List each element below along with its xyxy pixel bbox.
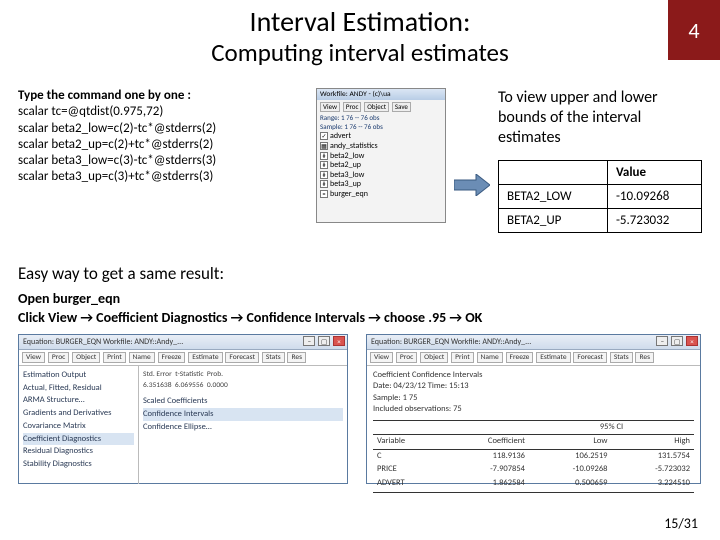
minimize-icon[interactable]: – (656, 336, 668, 346)
toolbar-button[interactable]: Forecast (573, 352, 607, 363)
toolbar-button[interactable]: Object (364, 102, 389, 112)
menu-item[interactable]: Gradients and Derivatives (23, 407, 134, 420)
value-row-name: BETA2_UP (499, 209, 608, 233)
menu-item[interactable]: ARMA Structure… (23, 394, 134, 407)
maximize-icon[interactable]: ▢ (318, 336, 330, 346)
toolbar-button[interactable]: Save (392, 102, 411, 112)
ci-meta: Date: 04/23/12 Time: 15:13 (373, 381, 694, 392)
equation-window-ci-output: Equation: BURGER_EQN Workfile: ANDY::And… (366, 334, 701, 484)
window-toolbar: View Proc Object Print Name Freeze Estim… (367, 350, 700, 366)
toolbar-button[interactable]: View (370, 352, 393, 363)
toolbar-button[interactable]: Proc (343, 102, 362, 112)
command-line: scalar tc=@qtdist(0.975,72) (18, 104, 308, 120)
command-line: scalar beta2_low=c(2)-tc*@stderrs(2) (18, 121, 308, 137)
toolbar-button[interactable]: Proc (48, 352, 70, 363)
close-icon[interactable]: × (333, 336, 345, 346)
easy-steps: Open burger_eqn Click View → Coefficient… (18, 290, 702, 328)
command-line: scalar beta3_up=c(3)+tc*@stderrs(3) (18, 169, 308, 185)
command-list-label: Type the command one by one : (18, 88, 308, 104)
toolbar-button[interactable]: Res (287, 352, 306, 363)
toolbar-button[interactable]: Freeze (506, 352, 534, 363)
equation-window-view-menu: Equation: BURGER_EQN Workfile: ANDY::And… (18, 334, 348, 484)
close-icon[interactable]: × (686, 336, 698, 346)
step-line: Open burger_eqn (18, 290, 702, 309)
workfile-toolbar: View Proc Object Save (320, 102, 442, 113)
workfile-sample: Sample: 1 76 -- 76 obs (320, 123, 442, 131)
command-line: scalar beta2_up=c(2)+tc*@stderrs(2) (18, 137, 308, 153)
value-row-value: -10.09268 (607, 185, 701, 209)
toolbar-button[interactable]: Print (103, 352, 126, 363)
toolbar-button[interactable]: Object (420, 352, 448, 363)
toolbar-button[interactable]: Stats (262, 352, 285, 363)
value-header: Value (607, 161, 701, 185)
submenu-item-selected[interactable]: Confidence Intervals (143, 408, 343, 421)
arrow-icon (454, 174, 490, 196)
toolbar-button[interactable]: View (22, 352, 45, 363)
submenu-item[interactable]: Confidence Ellipse… (143, 421, 343, 434)
toolbar-button[interactable]: Freeze (158, 352, 186, 363)
value-row-value: -5.723032 (607, 209, 701, 233)
command-line: scalar beta3_low=c(3)-tc*@stderrs(3) (18, 153, 308, 169)
submenu-item[interactable]: Scaled Coefficients (143, 395, 343, 408)
result-description: To view upper and lower bounds of the in… (498, 88, 702, 148)
value-table: Value BETA2_LOW -10.09268 BETA2_UP -5.72… (498, 160, 702, 233)
maximize-icon[interactable]: ▢ (671, 336, 683, 346)
window-titlebar: Equation: BURGER_EQN Workfile: ANDY::And… (19, 335, 347, 350)
workfile-item[interactable]: beta2_up (330, 160, 361, 170)
toolbar-button[interactable]: Name (477, 352, 503, 363)
toolbar-button[interactable]: Estimate (188, 352, 222, 363)
easy-way-heading: Easy way to get a same result: (18, 263, 702, 284)
workfile-titlebar: Workfile: ANDY - (c)\ua (317, 89, 445, 100)
submenu: Std. Error t-Statistic Prob. 6.351638 6.… (139, 366, 347, 484)
scalar-icon: # (320, 161, 328, 169)
toolbar-button[interactable]: Print (451, 352, 474, 363)
value-row-name: BETA2_LOW (499, 185, 608, 209)
ci-meta: Coefficient Confidence Intervals (373, 370, 694, 381)
ci-meta: Sample: 1 75 (373, 393, 694, 404)
menu-item[interactable]: Estimation Output (23, 369, 134, 382)
toolbar-button[interactable]: Object (72, 352, 100, 363)
toolbar-button[interactable]: Forecast (225, 352, 259, 363)
window-titlebar: Equation: BURGER_EQN Workfile: ANDY::And… (367, 335, 700, 350)
step-line: Click View → Coefficient Diagnostics → C… (18, 309, 702, 328)
workfile-item[interactable]: andy_statistics (330, 141, 378, 151)
toolbar-button[interactable]: Estimate (536, 352, 570, 363)
table-icon: ▦ (320, 142, 328, 150)
menu-item[interactable]: Stability Diagnostics (23, 458, 134, 471)
window-toolbar: View Proc Object Print Name Freeze Estim… (19, 350, 347, 366)
scalar-icon: # (320, 171, 328, 179)
scalar-icon: # (320, 180, 328, 188)
menu-item[interactable]: Residual Diagnostics (23, 445, 134, 458)
workfile-item[interactable]: beta3_up (330, 179, 361, 189)
toolbar-button[interactable]: Proc (396, 352, 418, 363)
scalar-icon: # (320, 152, 328, 160)
minimize-icon[interactable]: – (303, 336, 315, 346)
view-menu: Estimation Output Actual, Fitted, Residu… (19, 366, 139, 484)
menu-item[interactable]: Actual, Fitted, Residual (23, 382, 134, 395)
command-list: Type the command one by one : scalar tc=… (18, 88, 308, 233)
workfile-item[interactable]: advert (330, 131, 351, 141)
menu-item-selected[interactable]: Coefficient Diagnostics (23, 433, 134, 446)
page-title: Interval Estimation: (0, 0, 720, 39)
workfile-item[interactable]: beta3_low (330, 170, 364, 180)
page-counter: 15/31 (664, 515, 698, 532)
ci-table: 95% CI Variable Coefficient Low High C 1… (373, 420, 694, 493)
ci-meta: Included observations: 75 (373, 404, 694, 415)
workfile-panel: Workfile: ANDY - (c)\ua View Proc Object… (316, 88, 446, 223)
slide-number-badge: 4 (668, 0, 720, 60)
workfile-item[interactable]: burger_eqn (330, 189, 368, 199)
series-icon: ✓ (320, 132, 328, 140)
toolbar-button[interactable]: Stats (610, 352, 633, 363)
menu-item[interactable]: Covariance Matrix (23, 420, 134, 433)
toolbar-button[interactable]: Name (129, 352, 155, 363)
toolbar-button[interactable]: View (320, 102, 340, 112)
workfile-range: Range: 1 76 -- 76 obs (320, 114, 442, 122)
toolbar-button[interactable]: Res (635, 352, 654, 363)
workfile-item[interactable]: beta2_low (330, 151, 364, 161)
page-subtitle: Computing interval estimates (0, 37, 720, 68)
equation-icon: = (320, 190, 328, 198)
